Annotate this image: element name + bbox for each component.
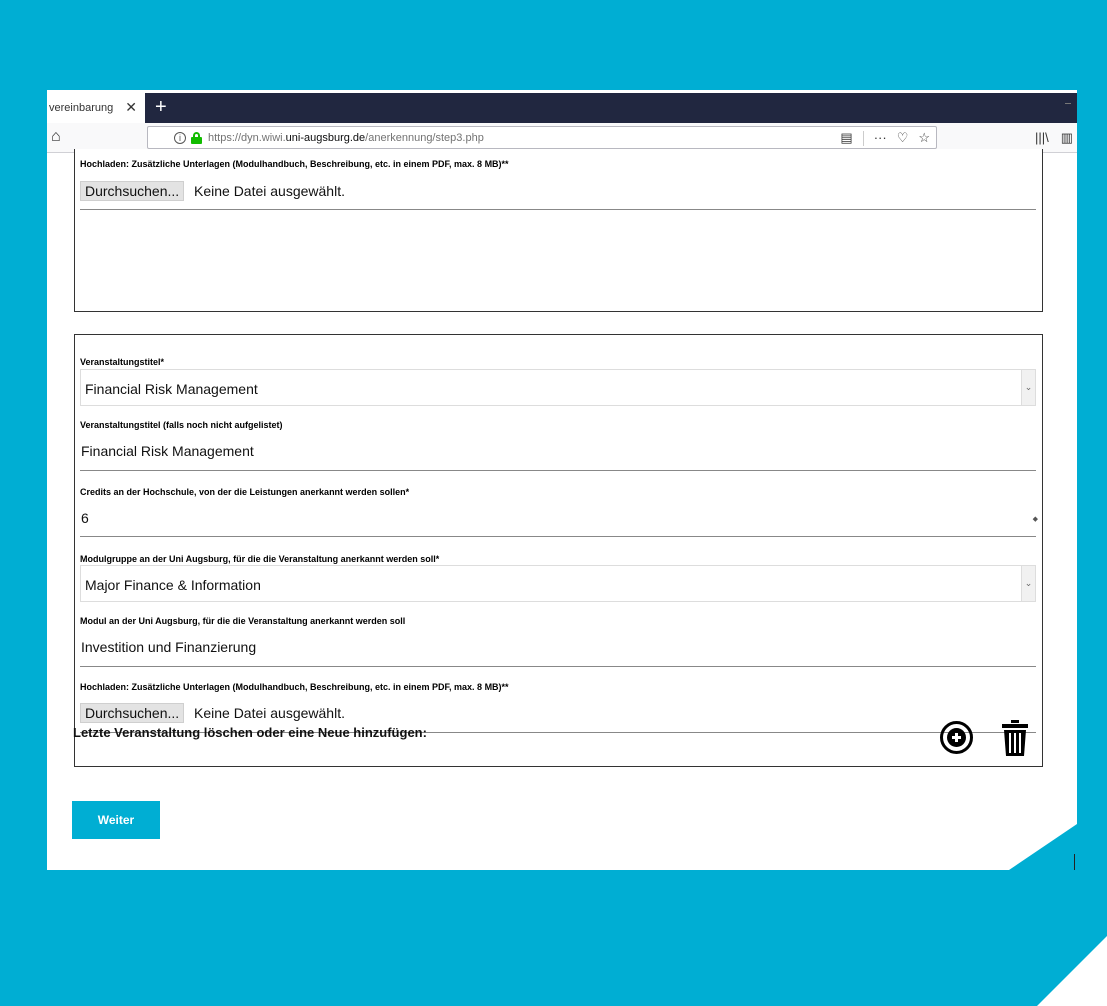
file-status: Keine Datei ausgewählt.: [194, 705, 345, 721]
pocket-icon[interactable]: ♡: [897, 130, 909, 146]
title-select-value: Financial Risk Management: [85, 381, 258, 397]
browse-button[interactable]: Durchsuchen...: [80, 181, 185, 201]
sidebar-icon[interactable]: ▥: [1061, 130, 1073, 146]
browser-window: vereinbarung ✕ + ⌂ i https://dyn.wiwi.un…: [47, 90, 1077, 870]
chevron-down-icon[interactable]: ⌄: [1021, 370, 1035, 405]
course-card-previous: Hochladen: Zusätzliche Unterlagen (Modul…: [74, 149, 1043, 312]
browse-button[interactable]: Durchsuchen...: [80, 703, 185, 723]
file-status: Keine Datei ausgewählt.: [194, 183, 345, 199]
add-course-icon[interactable]: [940, 721, 973, 754]
corner-decoration: [1037, 936, 1107, 1006]
course-card: Veranstaltungstitel* Financial Risk Mana…: [74, 334, 1043, 767]
trash-icon[interactable]: [1002, 720, 1028, 756]
tab-active[interactable]: vereinbarung ✕: [47, 93, 145, 123]
modul-label: Modul an der Uni Augsburg, für die die V…: [80, 616, 406, 626]
delete-add-label: Letzte Veranstaltung löschen oder eine N…: [73, 725, 427, 740]
upload-label: Hochladen: Zusätzliche Unterlagen (Modul…: [80, 159, 509, 169]
bookmark-star-icon[interactable]: ☆: [918, 130, 930, 146]
new-tab-button[interactable]: +: [155, 97, 167, 117]
corner-decoration: [1009, 824, 1077, 870]
credits-input[interactable]: 6: [81, 510, 89, 526]
lock-icon[interactable]: [191, 131, 202, 144]
library-icon[interactable]: |||\: [1035, 130, 1049, 146]
title-other-label: Veranstaltungstitel (falls noch nicht au…: [80, 420, 283, 430]
url-bar[interactable]: i https://dyn.wiwi.uni-augsburg.de/anerk…: [147, 126, 937, 149]
chevron-down-icon[interactable]: ⌄: [1021, 566, 1035, 601]
title-select[interactable]: Financial Risk Management ⌄: [80, 369, 1036, 406]
url-text[interactable]: https://dyn.wiwi.uni-augsburg.de/anerken…: [208, 132, 484, 144]
home-icon[interactable]: ⌂: [51, 128, 61, 146]
title-label: Veranstaltungstitel*: [80, 357, 165, 367]
info-icon[interactable]: i: [174, 131, 186, 144]
minimize-icon[interactable]: [1065, 103, 1071, 104]
tab-bar: vereinbarung ✕ +: [47, 90, 1077, 123]
more-icon[interactable]: ···: [874, 130, 887, 146]
tab-title: vereinbarung: [49, 102, 114, 114]
credits-label: Credits an der Hochschule, von der die L…: [80, 487, 410, 497]
modul-input[interactable]: Investition und Finanzierung: [81, 639, 256, 655]
reader-view-icon[interactable]: ▤: [840, 130, 852, 146]
modulgruppe-select[interactable]: Major Finance & Information ⌄: [80, 565, 1036, 602]
title-other-input[interactable]: Financial Risk Management: [81, 443, 254, 459]
upload-label: Hochladen: Zusätzliche Unterlagen (Modul…: [80, 682, 509, 692]
modulgruppe-select-value: Major Finance & Information: [85, 577, 261, 593]
close-icon[interactable]: ✕: [125, 99, 137, 116]
modulgruppe-label: Modulgruppe an der Uni Augsburg, für die…: [80, 554, 440, 564]
number-spinner-icon[interactable]: ◆: [1033, 515, 1038, 523]
weiter-button[interactable]: Weiter: [72, 801, 160, 839]
